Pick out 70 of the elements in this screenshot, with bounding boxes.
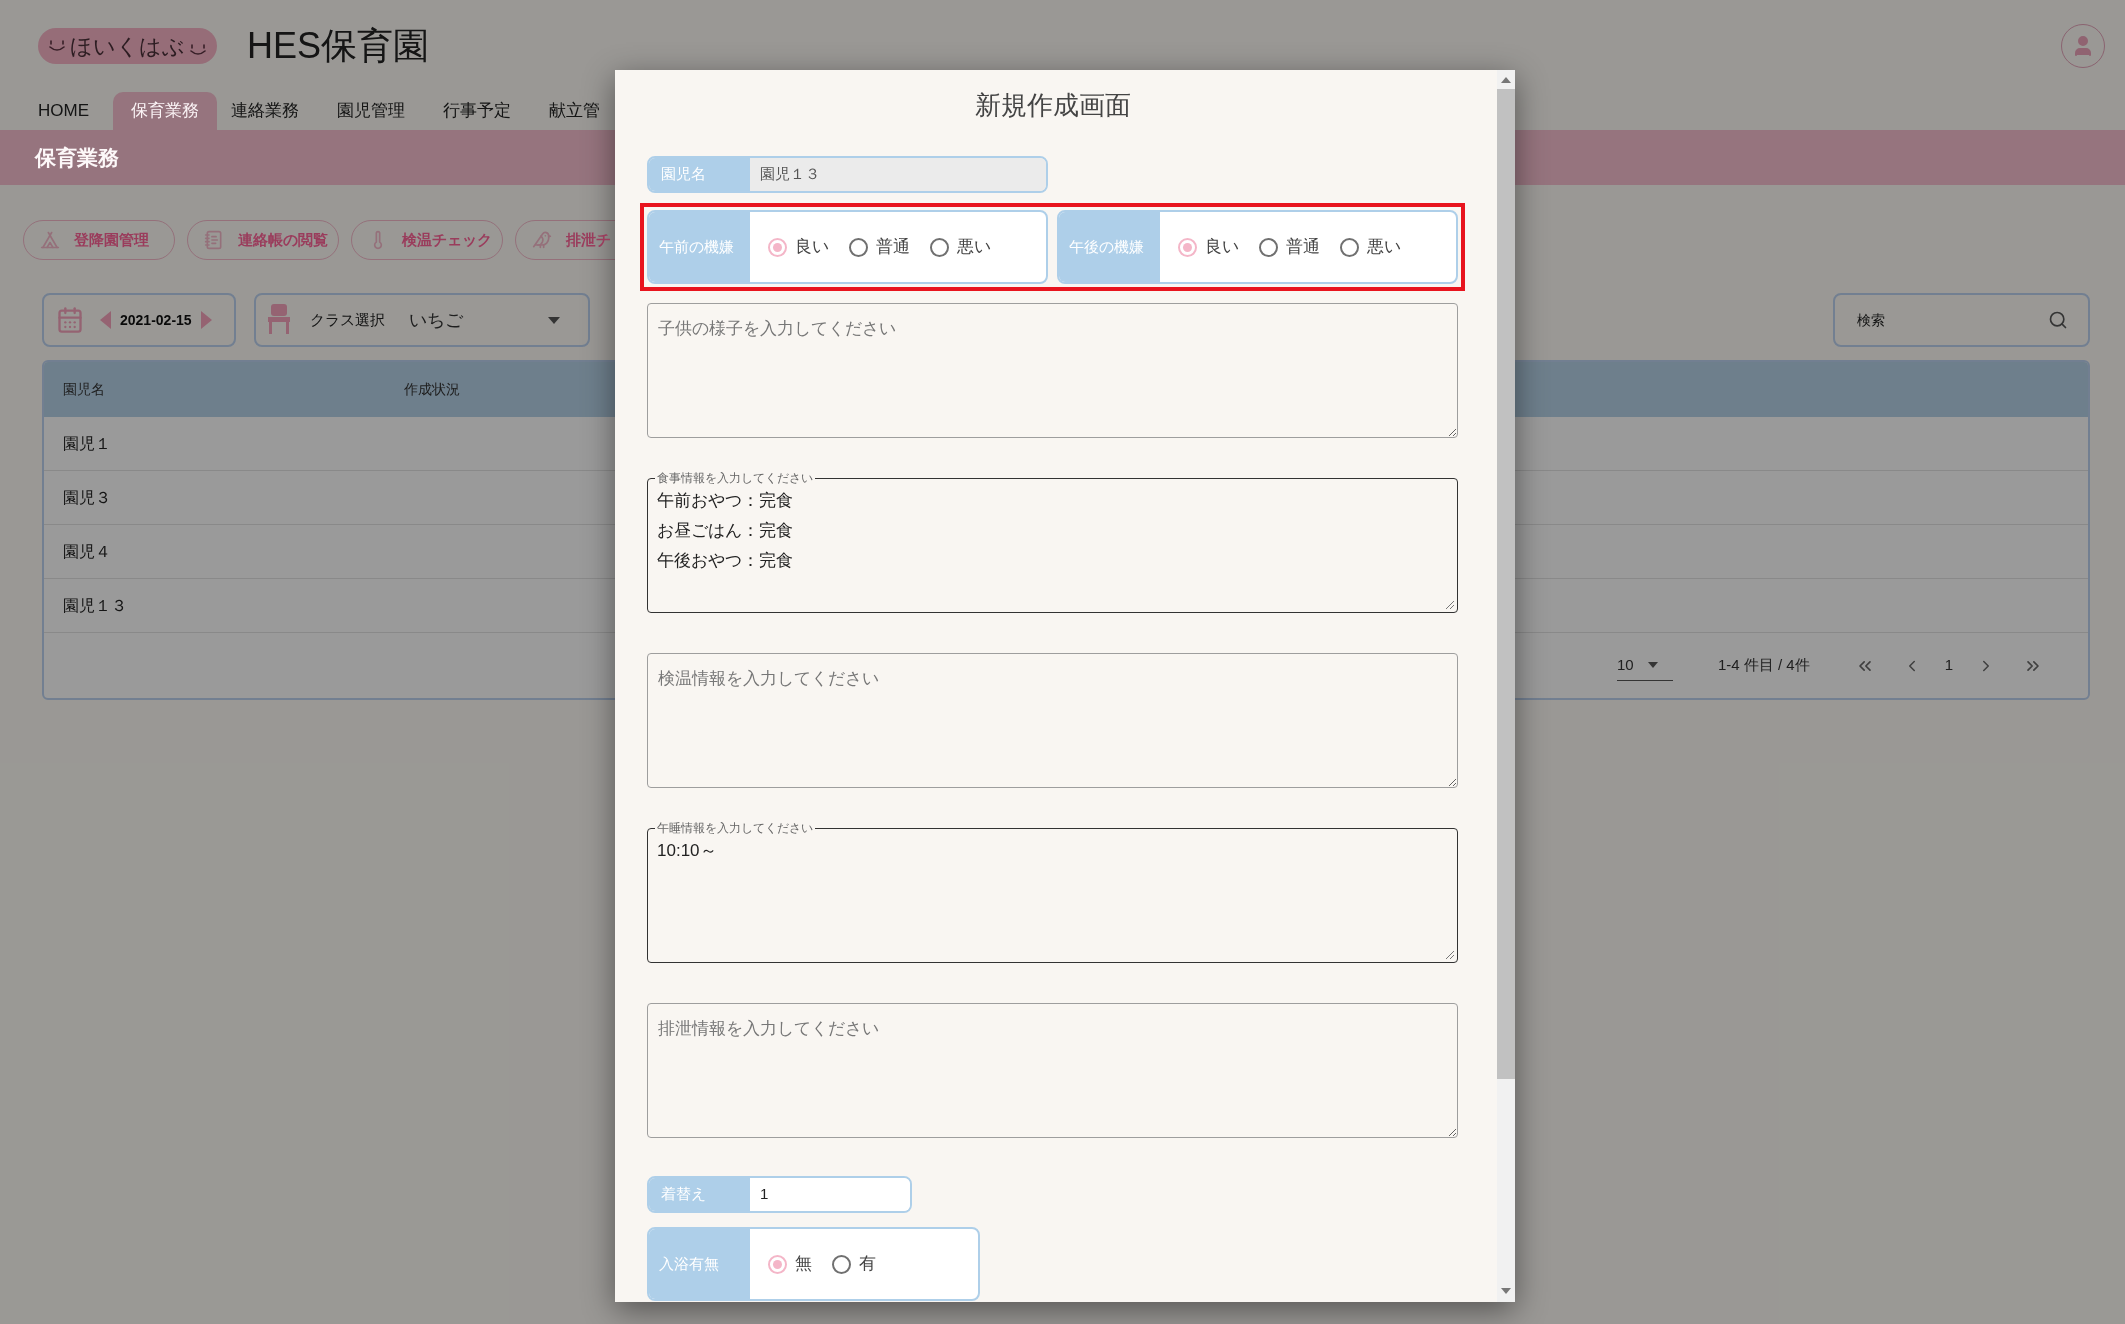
scroll-up-icon[interactable]: [1501, 77, 1511, 83]
nav-tab[interactable]: 保育業務: [113, 92, 217, 130]
radio-option[interactable]: 悪い: [1340, 234, 1401, 260]
field-text-line: 10:10～: [657, 840, 717, 862]
field-label: 着替え: [649, 1178, 750, 1211]
date-value: 2021-02-15: [120, 310, 192, 330]
modal-title: 新規作成画面: [973, 89, 1132, 122]
scrollbar[interactable]: [1497, 70, 1515, 1302]
radio-option[interactable]: 良い: [1178, 234, 1239, 260]
list-icon: [204, 230, 224, 250]
smile-icon: [48, 39, 66, 53]
note-field[interactable]: 食事情報を入力してください 午前おやつ：完食 お昼ごはん：完食 午後おやつ：完食: [647, 470, 1458, 613]
chair-icon: [268, 304, 290, 336]
nav-tab[interactable]: 連絡業務: [217, 92, 313, 130]
nav-tab[interactable]: 園児管理: [323, 92, 419, 130]
field-label: 午睡情報を入力してください: [656, 820, 814, 836]
resize-grip-icon: [1445, 600, 1455, 610]
table-cell-text: 園児１: [62, 433, 111, 454]
current-page[interactable]: 1: [1944, 654, 1953, 677]
field-label: 午前の機嫌: [649, 212, 750, 282]
dropdown-caret-icon: [1647, 662, 1658, 668]
note-field[interactable]: 検温情報を入力してください: [647, 653, 1458, 788]
field-text-line: 午前おやつ：完食: [657, 490, 793, 512]
table-cell-text: 園児１３: [62, 595, 127, 616]
date-picker[interactable]: 2021-02-15: [42, 293, 236, 347]
field-text-line: 午後おやつ：完食: [657, 550, 793, 572]
table-cell-text: 園児４: [62, 541, 111, 562]
table-cell-text: 園児３: [62, 487, 111, 508]
radio-option[interactable]: 良い: [768, 234, 829, 260]
page-size-select[interactable]: 10: [1616, 650, 1673, 681]
tent-icon: [40, 230, 60, 250]
nav-tab[interactable]: HOME: [24, 92, 103, 130]
radio-option[interactable]: 無: [768, 1251, 812, 1277]
bird-icon: [532, 230, 552, 250]
resize-grip-icon: [1445, 950, 1455, 960]
field-label: 午後の機嫌: [1059, 212, 1160, 282]
class-select-value: いちご: [409, 308, 463, 332]
app-title: HES保育園: [247, 24, 430, 68]
previous-arrow-icon: [100, 311, 112, 329]
field-text-line: お昼ごはん：完食: [657, 520, 793, 542]
radio-option[interactable]: 悪い: [930, 234, 991, 260]
field-label: 食事情報を入力してください: [656, 470, 814, 486]
scrollbar-thumb[interactable]: [1497, 89, 1515, 1079]
field-value: 園児１３: [750, 158, 1046, 191]
calendar-icon: [56, 306, 84, 334]
radio-option[interactable]: 普通: [1259, 234, 1320, 260]
scroll-down-icon[interactable]: [1501, 1288, 1511, 1294]
note-field[interactable]: 排泄情報を入力してください: [647, 1003, 1458, 1138]
section-title: 保育業務: [35, 144, 119, 171]
logo-text: ほいくはぶ: [70, 32, 185, 61]
column-header: 作成状況: [404, 380, 460, 399]
column-header: 園児名: [62, 380, 106, 399]
field-label: 入浴有無: [649, 1229, 750, 1299]
nav-tab[interactable]: 献立管: [535, 92, 614, 130]
field-value: 1: [750, 1178, 910, 1211]
radio-option[interactable]: 普通: [849, 234, 910, 260]
next-arrow-icon: [199, 311, 212, 329]
class-select-label: クラス選択: [310, 309, 385, 330]
radio-option[interactable]: 有: [832, 1251, 876, 1277]
note-field[interactable]: 午睡情報を入力してください 10:10～: [647, 820, 1458, 963]
search-icon: [2048, 310, 2068, 330]
field-label: 園児名: [649, 158, 750, 191]
class-select[interactable]: クラス選択 いちご: [254, 293, 590, 347]
dropdown-caret-icon: [548, 316, 560, 324]
nav-tab[interactable]: 行事予定: [429, 92, 525, 130]
search-field[interactable]: 検索: [1833, 293, 2090, 347]
page-range: 1-4 件目 / 4件: [1717, 655, 1810, 676]
clothes-field[interactable]: 着替え 1: [647, 1176, 912, 1213]
smile-icon: [189, 43, 207, 57]
note-field[interactable]: 子供の様子を入力してください: [647, 303, 1458, 438]
